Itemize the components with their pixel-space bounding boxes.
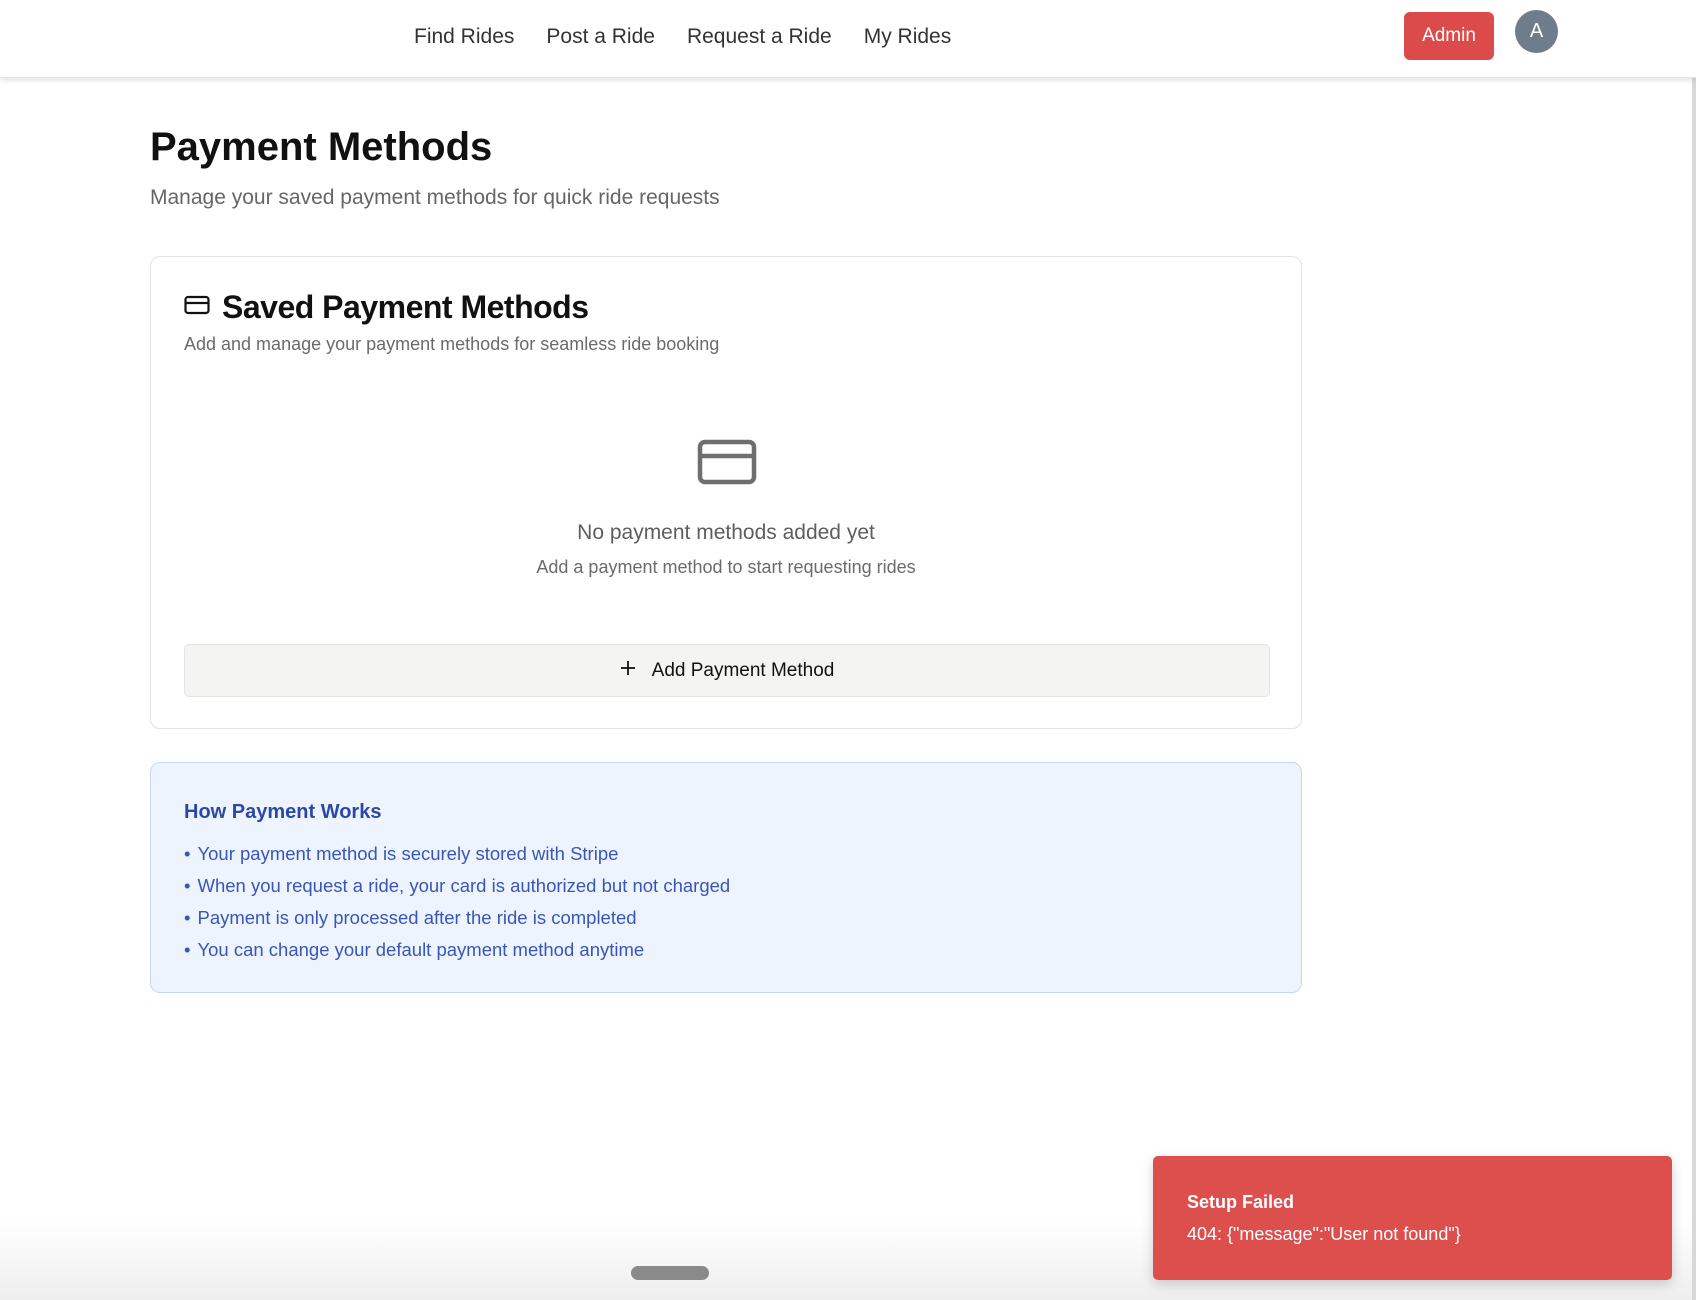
scrollbar-track[interactable]	[1692, 0, 1696, 1300]
main-nav: Find Rides Post a Ride Request a Ride My…	[414, 22, 951, 52]
admin-button[interactable]: Admin	[1404, 12, 1494, 60]
card-description: Add and manage your payment methods for …	[184, 334, 720, 354]
info-list: Your payment method is securely stored w…	[184, 838, 730, 966]
add-payment-method-label: Add Payment Method	[651, 659, 835, 681]
toast-title: Setup Failed	[1187, 1192, 1295, 1212]
top-navigation-bar: Find Rides Post a Ride Request a Ride My…	[0, 0, 1696, 78]
error-toast[interactable]: Setup Failed 404: {"message":"User not f…	[1153, 1156, 1672, 1280]
nav-request-a-ride[interactable]: Request a Ride	[687, 22, 832, 52]
list-item: Your payment method is securely stored w…	[184, 838, 730, 870]
list-item: Payment is only processed after the ride…	[184, 902, 730, 934]
credit-card-icon	[184, 295, 210, 320]
add-payment-method-button[interactable]: Add Payment Method	[184, 644, 1270, 697]
page: Find Rides Post a Ride Request a Ride My…	[0, 0, 1696, 1300]
nav-my-rides[interactable]: My Rides	[864, 22, 952, 52]
card-title: Saved Payment Methods	[222, 289, 589, 325]
empty-state-title: No payment methods added yet	[577, 521, 875, 544]
plus-icon	[620, 660, 636, 681]
how-payment-works-panel: How Payment Works Your payment method is…	[150, 762, 1302, 993]
avatar[interactable]: A	[1515, 10, 1558, 53]
bottom-handle[interactable]	[631, 1266, 709, 1280]
nav-post-a-ride[interactable]: Post a Ride	[546, 22, 655, 52]
empty-state-description: Add a payment method to start requesting…	[536, 557, 916, 577]
list-item: You can change your default payment meth…	[184, 934, 730, 966]
page-subtitle: Manage your saved payment methods for qu…	[150, 186, 720, 209]
list-item: When you request a ride, your card is au…	[184, 870, 730, 902]
nav-find-rides[interactable]: Find Rides	[414, 22, 514, 52]
saved-payment-methods-card: Saved Payment Methods Add and manage you…	[150, 256, 1302, 729]
credit-card-icon	[697, 439, 757, 490]
toast-message: 404: {"message":"User not found"}	[1187, 1224, 1461, 1244]
card-header: Saved Payment Methods	[184, 287, 589, 327]
info-title: How Payment Works	[184, 801, 382, 823]
page-title: Payment Methods	[150, 125, 493, 169]
